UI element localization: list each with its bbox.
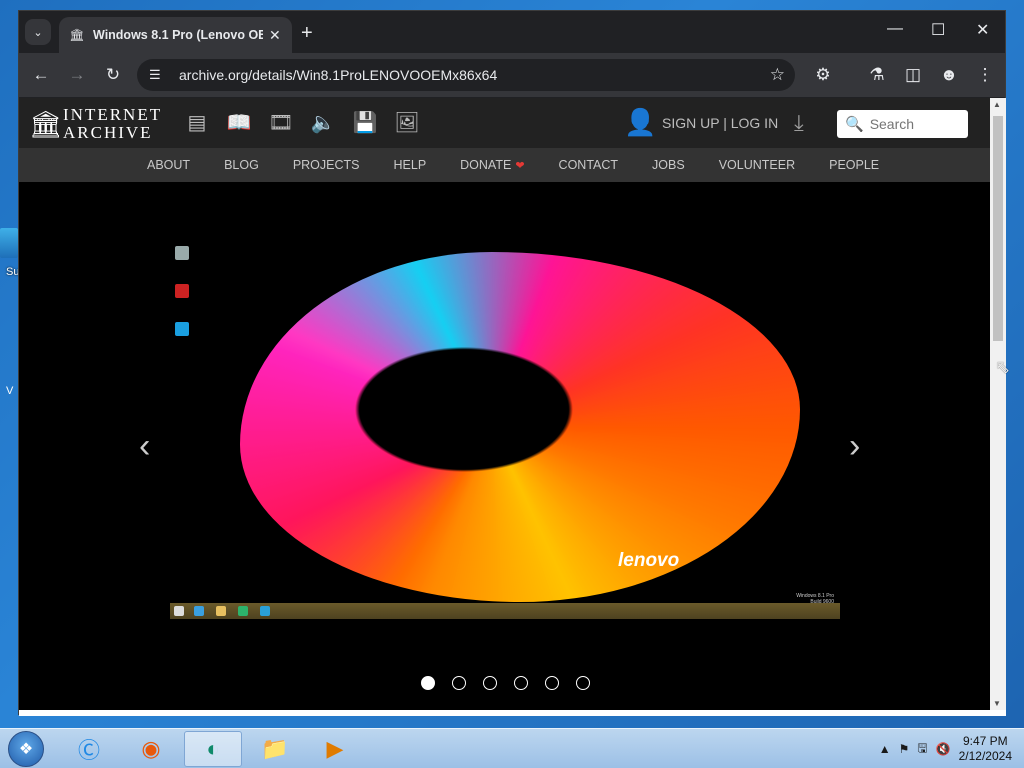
nav-blog[interactable]: BLOG — [224, 158, 259, 172]
windows-logo-icon: ❖ — [18, 741, 34, 758]
media-type-icons: ▤ 📖 🎞 🔈 💾 🖼 — [184, 109, 420, 135]
heart-icon: ❤ — [515, 160, 525, 172]
extensions-icon[interactable]: ⚙ — [811, 63, 835, 87]
close-window-button[interactable]: ✕ — [976, 20, 989, 40]
search-icon: 🔍 — [845, 116, 864, 133]
arrow-right-icon: → — [68, 65, 86, 84]
carousel-dot[interactable] — [483, 676, 497, 690]
nav-donate-label: DONATE — [460, 158, 512, 172]
slide-desktop-icons — [175, 246, 189, 360]
ia-nav-bar: ABOUT BLOG PROJECTS HELP DONATE ❤ CONTACT… — [19, 148, 990, 182]
clock-date: 2/12/2024 — [958, 749, 1012, 763]
address-bar[interactable]: ☰ archive.org/details/Win8.1ProLENOVOOEM… — [137, 59, 795, 91]
desktop-icon-label-2: V — [6, 385, 14, 397]
new-tab-button[interactable]: + — [301, 22, 313, 45]
windows-taskbar: ❖ Ⓒ ◉ ◐ 📁 ▶ ▲ ⚑ 🖫 🔇 9:47 PM 2/12/2024 — [0, 728, 1024, 768]
audio-speaker-icon[interactable]: 🔈 — [310, 109, 336, 135]
carousel-dot[interactable] — [545, 676, 559, 690]
tab-active[interactable]: 🏛 Windows 8.1 Pro (Lenovo OEM ✕ — [59, 17, 292, 53]
reload-icon: ↻ — [105, 65, 121, 84]
media-player-icon[interactable]: ▶ — [306, 731, 364, 767]
side-panel-icon[interactable]: ◫ — [901, 63, 925, 87]
profile-avatar-icon[interactable]: ☻ — [937, 63, 961, 87]
menu-kebab-icon[interactable]: ⋮ — [973, 63, 997, 87]
ia-logo-line2: ARCHIVE — [63, 123, 153, 142]
mouse-cursor-icon: ⬁ — [995, 357, 1011, 377]
maximize-button[interactable]: ☐ — [931, 20, 945, 40]
internet-explorer-icon[interactable]: Ⓒ — [60, 731, 118, 767]
carousel-dot[interactable] — [514, 676, 528, 690]
carousel-next-arrow-icon[interactable]: › — [849, 427, 860, 466]
scrollbar-thumb[interactable] — [993, 116, 1003, 341]
firefox-icon[interactable]: ◉ — [122, 731, 180, 767]
tab-close-icon[interactable]: ✕ — [269, 27, 281, 44]
page-content: 🏛 INTERNET ARCHIVE ▤ 📖 🎞 🔈 💾 🖼 👤 SIGN UP… — [19, 98, 990, 710]
tab-title: Windows 8.1 Pro (Lenovo OEM — [93, 28, 263, 42]
carousel-prev-arrow-icon[interactable]: ‹ — [139, 427, 150, 466]
arrow-left-icon: ← — [32, 65, 50, 84]
start-button[interactable]: ❖ — [8, 731, 44, 767]
nav-contact[interactable]: CONTACT — [559, 158, 619, 172]
nav-projects[interactable]: PROJECTS — [293, 158, 360, 172]
upload-icon[interactable]: ⤓ — [794, 110, 804, 136]
clock[interactable]: 9:47 PM 2/12/2024 — [959, 734, 1012, 764]
signup-login-link[interactable]: SIGN UP | LOG IN — [662, 115, 778, 131]
reload-button[interactable]: ↻ — [101, 63, 125, 87]
back-button[interactable]: ← — [29, 63, 53, 87]
texts-book-icon[interactable]: 📖 — [226, 109, 252, 135]
volume-muted-icon[interactable]: 🔇 — [936, 742, 951, 756]
nav-donate[interactable]: DONATE ❤ — [460, 158, 524, 172]
bookmark-star-icon[interactable]: ☆ — [770, 65, 785, 85]
scroll-down-icon[interactable]: ▼ — [993, 699, 1001, 708]
carousel-dot[interactable] — [421, 676, 435, 690]
archive-building-icon: 🏛 — [29, 109, 63, 139]
scroll-up-icon[interactable]: ▲ — [993, 100, 1001, 109]
chevron-down-icon: ⌄ — [33, 26, 43, 39]
carousel-slide-image[interactable]: lenovo Windows 8.1 Pro Build 9600 — [170, 242, 840, 619]
software-floppy-icon[interactable]: 💾 — [352, 109, 378, 135]
lenovo-wallpaper-splash — [240, 252, 800, 602]
tab-strip: ⌄ 🏛 Windows 8.1 Pro (Lenovo OEM ✕ + — ☐ … — [19, 11, 1005, 53]
lenovo-brand-text: lenovo — [618, 550, 680, 571]
archive-favicon-icon: 🏛 — [69, 28, 85, 42]
file-explorer-icon[interactable]: 📁 — [246, 731, 304, 767]
network-icon[interactable]: 🖫 — [917, 739, 927, 760]
carousel-dots — [421, 676, 590, 690]
screenshot-carousel: lenovo Windows 8.1 Pro Build 9600 ‹ › — [19, 182, 990, 710]
system-tray: ▲ ⚑ 🖫 🔇 9:47 PM 2/12/2024 — [879, 729, 1024, 768]
labs-flask-icon[interactable]: ⚗ — [865, 63, 889, 87]
web-icon[interactable]: ▤ — [184, 109, 210, 135]
search-input[interactable] — [869, 116, 966, 132]
url-text: archive.org/details/Win8.1ProLENOVOOEMx8… — [179, 67, 498, 83]
images-icon[interactable]: 🖼 — [394, 109, 420, 135]
action-center-flag-icon[interactable]: ⚑ — [899, 742, 910, 756]
nav-people[interactable]: PEOPLE — [829, 158, 879, 172]
slide-taskbar — [170, 603, 840, 619]
forward-button[interactable]: → — [65, 63, 89, 87]
carousel-dot[interactable] — [576, 676, 590, 690]
ia-search-box[interactable]: 🔍 — [837, 110, 968, 138]
minimize-button[interactable]: — — [887, 20, 903, 38]
tray-expand-icon[interactable]: ▲ — [879, 742, 891, 756]
nav-volunteer[interactable]: VOLUNTEER — [719, 158, 795, 172]
nav-about[interactable]: ABOUT — [147, 158, 190, 172]
edge-browser-icon[interactable]: ◐ — [184, 731, 242, 767]
clock-time: 9:47 PM — [962, 734, 1008, 748]
tab-search-button[interactable]: ⌄ — [25, 19, 51, 45]
user-icon[interactable]: 👤 — [624, 107, 656, 138]
carousel-dot[interactable] — [452, 676, 466, 690]
video-film-icon[interactable]: 🎞 — [268, 109, 294, 135]
ia-logo-text: INTERNET ARCHIVE — [63, 106, 162, 142]
ia-logo[interactable]: 🏛 INTERNET ARCHIVE — [29, 106, 162, 142]
browser-window: ⌄ 🏛 Windows 8.1 Pro (Lenovo OEM ✕ + — ☐ … — [18, 10, 1006, 716]
browser-toolbar: ← → ↻ ☰ archive.org/details/Win8.1ProLEN… — [19, 53, 1005, 97]
ia-logo-line1: INTERNET — [63, 105, 163, 124]
page-scrollbar[interactable]: ▲ ▼ — [990, 98, 1006, 710]
desktop-icon[interactable] — [0, 228, 18, 258]
nav-help[interactable]: HELP — [394, 158, 427, 172]
page-bottom-strip — [19, 710, 1006, 716]
ia-header: 🏛 INTERNET ARCHIVE ▤ 📖 🎞 🔈 💾 🖼 👤 SIGN UP… — [19, 98, 990, 148]
nav-jobs[interactable]: JOBS — [652, 158, 685, 172]
site-info-icon[interactable]: ☰ — [149, 67, 171, 83]
